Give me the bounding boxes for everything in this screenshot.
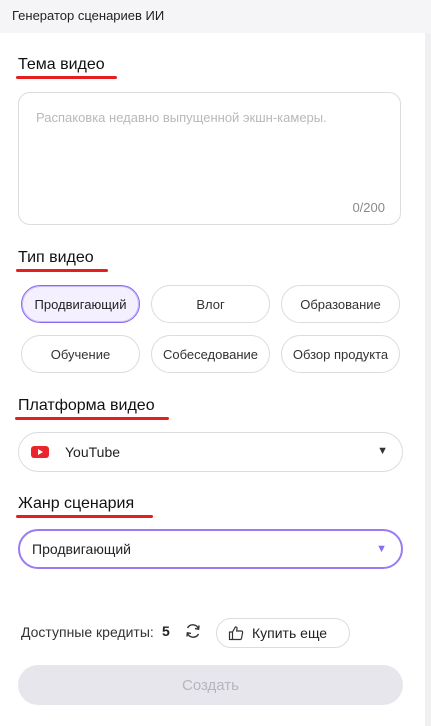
refresh-icon[interactable] bbox=[184, 622, 202, 640]
chip-label: Обучение bbox=[50, 346, 111, 362]
chevron-down-icon: ▼ bbox=[377, 445, 388, 457]
chip-vlog[interactable]: Влог bbox=[151, 285, 270, 323]
credits-value: 5 bbox=[162, 623, 170, 639]
create-button[interactable]: Создать bbox=[18, 665, 403, 705]
credits-label: Доступные кредиты: bbox=[21, 624, 154, 640]
chip-label: Продвигающий bbox=[34, 296, 127, 312]
genre-section-title: Жанр сценария bbox=[18, 495, 135, 512]
chip-label: Образование bbox=[300, 296, 381, 312]
chip-education[interactable]: Образование bbox=[281, 285, 400, 323]
buy-more-label: Купить еще bbox=[252, 625, 328, 641]
video-type-section-title: Тип видео bbox=[18, 249, 94, 266]
topic-title-underline bbox=[16, 76, 117, 79]
chevron-down-icon: ▼ bbox=[376, 543, 387, 555]
chip-label: Обзор продукта bbox=[292, 346, 389, 362]
platform-section-title: Платформа видео bbox=[18, 397, 155, 414]
topic-placeholder: Распаковка недавно выпущенной экшн-камер… bbox=[36, 110, 327, 125]
scrollbar[interactable] bbox=[425, 33, 431, 726]
buy-more-button[interactable]: Купить еще bbox=[216, 618, 350, 648]
create-button-label: Создать bbox=[181, 676, 239, 694]
chip-training[interactable]: Обучение bbox=[21, 335, 140, 373]
youtube-icon bbox=[31, 446, 49, 458]
chip-product-review[interactable]: Обзор продукта bbox=[281, 335, 400, 373]
chip-promotional[interactable]: Продвигающий bbox=[21, 285, 140, 323]
thumbs-up-icon bbox=[228, 626, 244, 641]
title-bar: Генератор сценариев ИИ bbox=[0, 0, 431, 33]
topic-input[interactable]: Распаковка недавно выпущенной экшн-камер… bbox=[18, 92, 401, 225]
app-title: Генератор сценариев ИИ bbox=[12, 8, 165, 23]
genre-title-underline bbox=[16, 515, 153, 518]
genre-select[interactable]: Продвигающий ▼ bbox=[18, 529, 403, 569]
topic-char-counter: 0/200 bbox=[352, 200, 385, 215]
topic-section-title: Тема видео bbox=[18, 56, 105, 73]
genre-value: Продвигающий bbox=[32, 541, 131, 557]
video-type-title-underline bbox=[16, 269, 108, 272]
chip-label: Собеседование bbox=[162, 346, 259, 362]
chip-interview[interactable]: Собеседование bbox=[151, 335, 270, 373]
platform-value: YouTube bbox=[65, 444, 121, 460]
platform-select[interactable]: YouTube ▼ bbox=[18, 432, 403, 472]
platform-title-underline bbox=[15, 417, 169, 420]
chip-label: Влог bbox=[196, 296, 225, 312]
